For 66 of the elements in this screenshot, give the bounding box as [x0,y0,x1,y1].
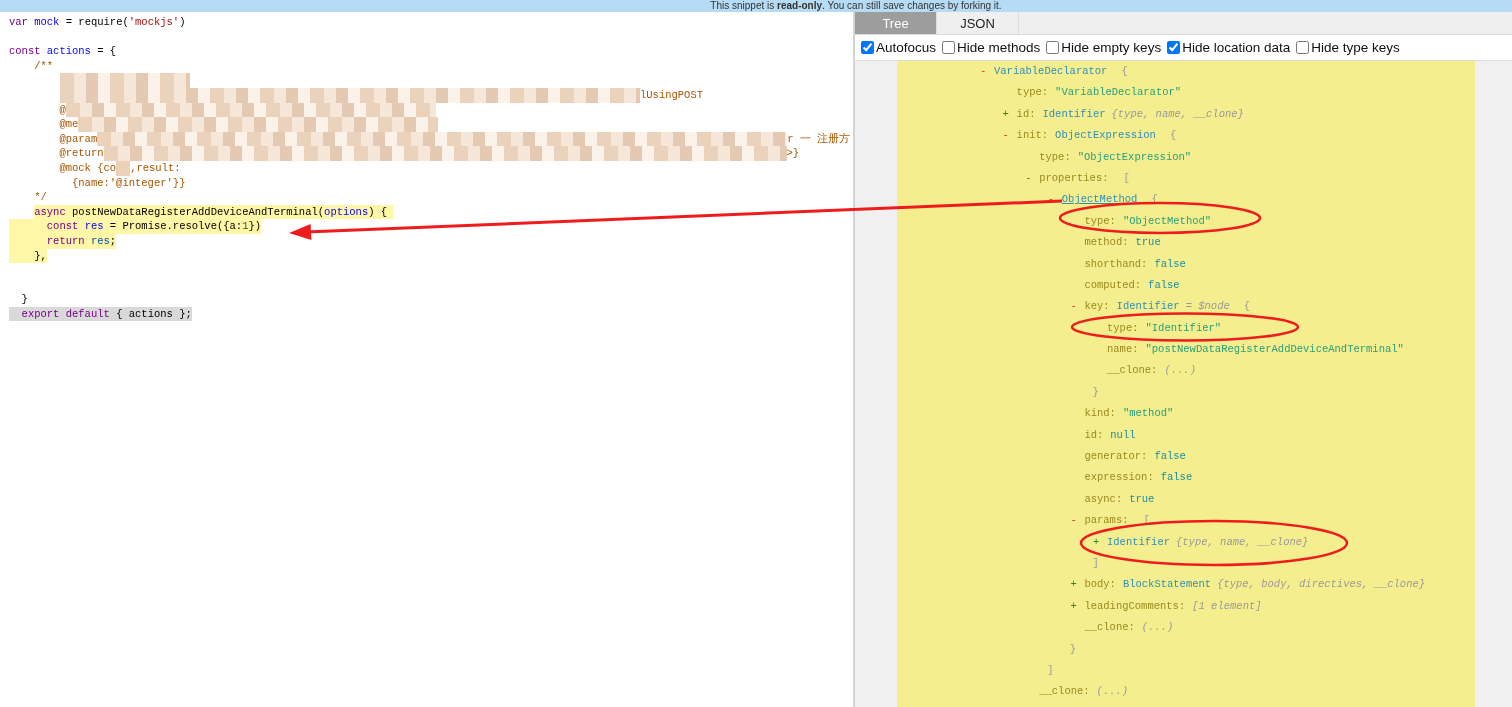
checkbox-label[interactable]: Hide methods [957,40,1041,55]
code-line: @ [58,102,66,118]
checkbox[interactable] [1046,41,1060,54]
code-line: @me [58,117,79,132]
tree-node-label[interactable]: VariableDeclarator { [994,61,1128,83]
checkbox-label[interactable]: Autofocus [876,40,937,55]
checkbox-label[interactable]: Hide empty keys [1061,40,1162,55]
collapse-toggle[interactable]: - [980,61,994,83]
expand-toggle[interactable]: + [1070,574,1085,596]
expand-toggle[interactable]: + [1070,595,1085,618]
tree-node-label[interactable]: __clone: (...) [1084,617,1174,639]
tree-node-label[interactable]: __clone: (...) [1107,360,1196,382]
tree-node-label[interactable]: leadingComments: [1 element] [1084,595,1262,618]
collapse-toggle[interactable]: - [1002,125,1017,147]
code-line: ,result: [130,160,181,176]
code-line: } [20,292,28,307]
bracket: } [1092,384,1099,400]
notice-text: This snippet is read-only. You can still save changes by forking it. [710,0,1002,12]
collapse-toggle[interactable]: - [1070,510,1085,532]
code-line: lUsingPOST [640,87,703,103]
tree-node-label[interactable]: body: BlockStatement {type, body, directives, __clone} [1084,574,1426,596]
code-line: /** [33,58,54,74]
tree-node-label[interactable]: shorthand: false [1084,253,1186,275]
code-line: @return [58,146,104,161]
tree-node-label[interactable]: id: null [1084,424,1136,447]
tree-node-label[interactable]: name: "postNewDataRegisterAddDeviceAndTerminal" [1107,339,1404,361]
bracket: ] [1047,662,1054,678]
bracket: } [1069,641,1077,657]
tree-node-label[interactable]: type: "ObjectMethod" [1084,210,1212,233]
tree-node-label[interactable]: async: true [1084,488,1155,511]
expand-toggle[interactable]: + [1002,103,1017,126]
tree-node-label[interactable]: init: ObjectExpression { [1016,125,1177,147]
tree-node-label[interactable]: Identifier {type, name, __clone} [1107,531,1309,553]
collapse-toggle[interactable]: - [1070,296,1085,318]
tree-node-label[interactable]: type: "Identifier" [1107,317,1222,340]
tree-node-label[interactable]: computed: false [1084,274,1180,297]
code-line: {name:'@integer'}} [71,175,186,191]
tree-node-label[interactable]: generator: false [1084,446,1186,468]
tree-node-label[interactable]: id: Identifier {type, name, __clone} [1016,103,1244,126]
checkbox-label[interactable]: Hide type keys [1311,40,1400,55]
checkbox[interactable] [1296,41,1310,54]
tree-node-label[interactable]: properties: [ [1039,167,1130,190]
code-line: >} [786,146,800,161]
code-line: @param [58,131,98,147]
tab[interactable]: JSON [937,12,1019,34]
tree-node-label[interactable]: kind: "method" [1084,403,1174,425]
tab[interactable]: Tree [855,12,937,34]
collapse-toggle[interactable]: - [1025,167,1040,190]
code-line: var mock = require('mockjs') [9,15,186,30]
tree-node-label[interactable]: type: "ObjectExpression" [1039,146,1192,168]
code-line: r 一 注册方 [787,131,851,147]
expand-toggle[interactable]: + [1093,531,1107,553]
collapse-toggle[interactable]: - [1047,189,1062,211]
tree-node-label[interactable]: key: Identifier = $node { [1084,296,1251,318]
checkbox-label[interactable]: Hide location data [1182,40,1291,55]
tree-node-label[interactable]: method: true [1084,232,1161,254]
code-line: */ [33,190,47,205]
checkbox[interactable] [942,41,956,54]
checkbox[interactable] [1167,41,1181,54]
bracket: ] [1092,556,1099,571]
tree-node-label[interactable]: expression: false [1084,467,1193,489]
code-line: @mock {co [58,160,117,176]
tree-node-label[interactable]: __clone: (...) [1039,681,1129,703]
tree-node-label[interactable]: type: "VariableDeclarator" [1016,82,1182,104]
code-line: const actions = { [9,44,117,59]
checkbox[interactable] [861,41,874,54]
